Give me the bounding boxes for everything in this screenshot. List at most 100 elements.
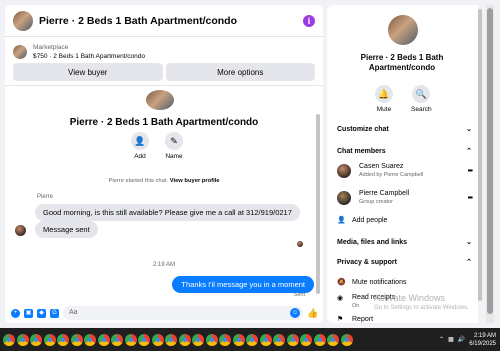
page-scrollbar[interactable] <box>487 8 493 314</box>
pencil-icon[interactable]: ✎ <box>165 132 183 150</box>
chrome-taskbar-icon[interactable] <box>97 333 110 346</box>
chrome-taskbar-icon[interactable] <box>111 333 123 346</box>
add-action[interactable]: 👤 Add <box>131 132 149 160</box>
member-subtitle: Added by Pierre Campbell <box>359 172 424 178</box>
taskbar <box>0 328 500 351</box>
add-person-icon: 👤 <box>337 217 346 224</box>
chat-members-section[interactable]: Chat members ⌃ <box>337 147 472 156</box>
details-thumbnail <box>388 15 418 45</box>
chrome-taskbar-icon[interactable] <box>313 333 326 346</box>
emoji-icon[interactable]: ☺ <box>290 308 300 318</box>
search-action[interactable]: 🔍 Search <box>411 85 432 113</box>
listing-thumbnail[interactable] <box>13 10 33 31</box>
member-name: Pierre Campbell <box>359 190 410 197</box>
incoming-message[interactable]: Good morning, is this still available? P… <box>35 204 300 221</box>
more-icon[interactable]: ••• <box>468 195 473 202</box>
chevron-down-icon: ⌄ <box>466 126 472 133</box>
add-label: Add <box>134 153 146 160</box>
report-row[interactable]: ⚑ Report <box>337 315 374 324</box>
member-row[interactable]: Pierre Campbell Group creator ••• <box>337 190 473 206</box>
chrome-taskbar-icon[interactable] <box>165 333 177 346</box>
chevron-up-icon: ⌃ <box>466 259 472 266</box>
bell-icon[interactable]: 🔔 <box>375 85 393 103</box>
clock-date: 6/19/2025 <box>469 340 496 347</box>
add-people-row[interactable]: 👤 Add people <box>337 216 388 225</box>
customize-chat-section[interactable]: Customize chat ⌄ <box>337 125 472 134</box>
volume-icon[interactable]: 🔊 <box>458 336 465 343</box>
media-section[interactable]: Media, files and links ⌄ <box>337 238 472 247</box>
add-people-label: Add people <box>352 216 388 224</box>
like-icon[interactable]: 👍 <box>307 308 318 318</box>
chrome-taskbar-icon[interactable] <box>43 333 56 346</box>
chrome-taskbar-icon[interactable] <box>219 333 231 346</box>
details-title: Pierre · 2 Beds 1 Bath Apartment/condo <box>360 53 444 72</box>
outgoing-message[interactable]: Thanks I'il message you in a moment <box>172 276 314 293</box>
sender-name: Pierre <box>37 194 54 200</box>
privacy-label: Privacy & support <box>337 258 397 266</box>
chrome-taskbar-icon[interactable] <box>30 333 42 346</box>
image-icon[interactable]: ▣ <box>24 308 33 318</box>
chrome-taskbar-icon[interactable] <box>178 333 191 346</box>
info-icon[interactable]: i <box>303 14 315 27</box>
chrome-taskbar-icon[interactable] <box>246 333 258 346</box>
chrome-taskbar-icon[interactable] <box>84 333 96 346</box>
view-buyer-profile-link[interactable]: View buyer profile <box>170 178 220 184</box>
sender-avatar[interactable] <box>15 225 26 236</box>
chrome-taskbar-icon[interactable] <box>138 333 150 346</box>
activate-windows-hint: Go to Settings to activate Windows. <box>374 305 469 311</box>
chat-title[interactable]: Pierre · 2 Beds 1 Bath Apartment/condo <box>39 15 303 27</box>
customize-chat-label: Customize chat <box>337 125 389 133</box>
started-text: Pierre started this chat. <box>108 178 169 184</box>
mute-action[interactable]: 🔔 Mute <box>375 85 393 113</box>
chrome-taskbar-icon[interactable] <box>124 333 137 346</box>
listing-price-title: $750 · 2 Beds 1 Bath Apartment/condo <box>33 53 146 60</box>
chrome-taskbar-icon[interactable] <box>232 333 245 346</box>
sticker-icon[interactable]: ◆ <box>37 308 46 318</box>
listing-summary[interactable]: Marketplace $750 · 2 Beds 1 Bath Apartme… <box>5 37 323 63</box>
listing-small-thumbnail <box>13 45 27 59</box>
chrome-taskbar-icon[interactable] <box>340 333 353 346</box>
name-action[interactable]: ✎ Name <box>165 132 183 160</box>
message-input[interactable]: Aa ☺ <box>63 306 303 320</box>
chrome-taskbar-icon[interactable] <box>151 333 164 346</box>
gif-icon[interactable]: G <box>50 308 59 318</box>
privacy-section[interactable]: Privacy & support ⌃ <box>337 258 472 267</box>
network-icon[interactable]: ▩ <box>448 336 454 343</box>
details-scrollbar[interactable] <box>478 9 482 301</box>
screen: Pierre · 2 Beds 1 Bath Apartment/condo i… <box>0 0 500 351</box>
more-options-button[interactable]: More options <box>165 63 315 81</box>
member-row[interactable]: Casen Suarez Added by Pierre Campbell ••… <box>337 163 473 179</box>
report-label: Report <box>352 315 374 323</box>
chrome-taskbar-icon[interactable] <box>192 333 204 346</box>
chat-scrollbar[interactable] <box>316 114 320 294</box>
mute-notifications-label: Mute notifications <box>352 278 407 286</box>
chrome-taskbar-icon[interactable] <box>3 333 15 346</box>
chrome-taskbar-icon[interactable] <box>286 333 299 346</box>
mute-notifications-row[interactable]: 🔕 Mute notifications <box>337 278 407 287</box>
chrome-taskbar-icon[interactable] <box>327 333 339 346</box>
mute-label: Mute <box>376 106 392 113</box>
chevron-up-icon[interactable]: ⌃ <box>439 336 444 343</box>
chevron-up-icon: ⌃ <box>466 148 472 155</box>
member-name: Casen Suarez <box>359 163 404 170</box>
member-avatar <box>337 191 351 205</box>
chrome-taskbar-icon[interactable] <box>273 333 285 346</box>
view-buyer-button[interactable]: View buyer <box>13 63 163 81</box>
clock[interactable]: 2:19 AM 6/19/2025 <box>469 332 496 348</box>
chrome-taskbar-icon[interactable] <box>70 333 83 346</box>
search-icon[interactable]: 🔍 <box>412 85 431 103</box>
chrome-taskbar-icon[interactable] <box>300 333 312 346</box>
chrome-taskbar-icon[interactable] <box>57 333 69 346</box>
chevron-down-icon: ⌄ <box>466 239 472 246</box>
bell-off-icon: 🔕 <box>337 279 346 286</box>
more-icon[interactable]: ••• <box>468 168 473 175</box>
incoming-message[interactable]: Message sent <box>35 221 98 238</box>
chrome-taskbar-icon[interactable] <box>16 333 29 346</box>
chrome-taskbar-icon[interactable] <box>205 333 218 346</box>
chrome-taskbar-icon[interactable] <box>259 333 272 346</box>
plus-icon[interactable]: + <box>11 308 20 318</box>
eye-icon: ◉ <box>337 295 344 302</box>
member-avatar <box>337 164 351 178</box>
add-person-icon[interactable]: 👤 <box>131 132 149 150</box>
read-receipts-status: On <box>352 303 360 309</box>
